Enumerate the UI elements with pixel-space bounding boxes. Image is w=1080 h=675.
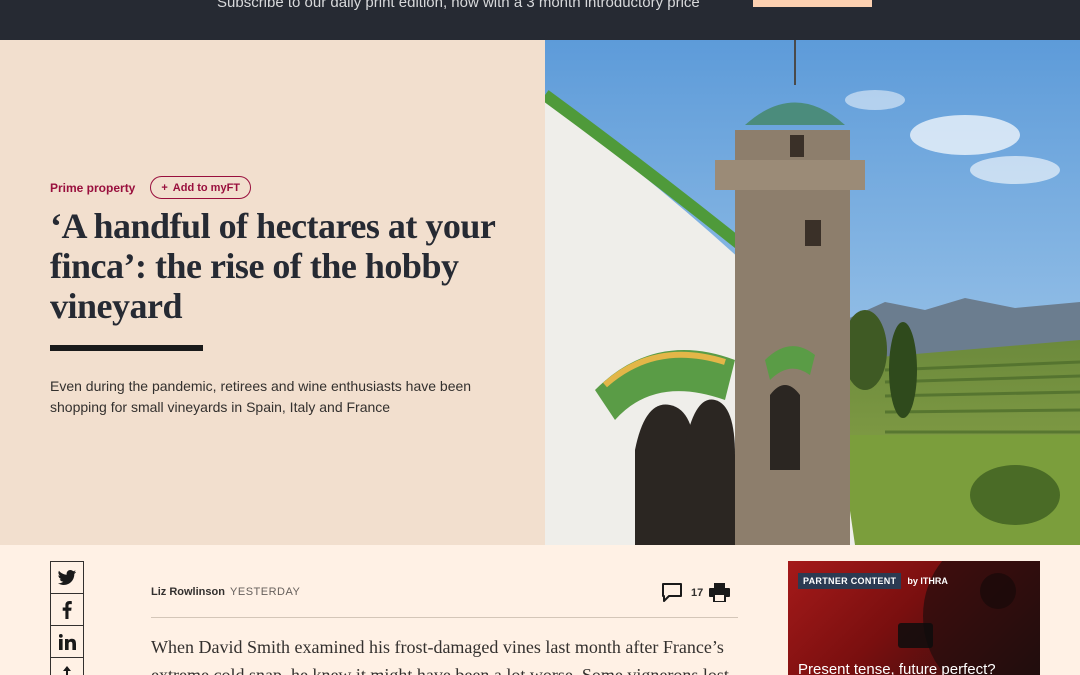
- publish-date: YESTERDAY: [230, 586, 301, 598]
- hero-text-panel: Prime property + Add to myFT ‘A handful …: [0, 40, 545, 545]
- subscribe-banner: Subscribe to our daily print edition, no…: [0, 0, 1080, 40]
- comment-icon: [662, 583, 682, 602]
- share-toolbar: [50, 561, 84, 675]
- vineyard-tower-photo: [545, 40, 1080, 545]
- ad-headline: Present tense, future perfect?: [798, 661, 996, 675]
- topic-link[interactable]: Prime property: [50, 181, 135, 195]
- facebook-icon: [62, 600, 72, 619]
- comment-count: 17: [691, 586, 704, 599]
- linkedin-icon: [58, 633, 76, 650]
- share-icon: [63, 665, 71, 675]
- article-standfirst: Even during the pandemic, retirees and w…: [50, 378, 472, 415]
- author-link[interactable]: Liz Rowlinson: [151, 586, 225, 598]
- comments-link[interactable]: 17: [662, 583, 703, 602]
- article-hero: Prime property + Add to myFT ‘A handful …: [0, 40, 1080, 545]
- print-icon: [709, 583, 730, 603]
- headline-rule: [50, 345, 203, 351]
- hero-image: [545, 40, 1080, 545]
- subscribe-button[interactable]: [753, 0, 872, 7]
- byline: Liz Rowlinson YESTERDAY: [151, 586, 300, 598]
- share-linkedin-button[interactable]: [50, 625, 84, 658]
- print-button[interactable]: [709, 583, 730, 605]
- partner-content-ad[interactable]: PARTNER CONTENT by ITHRA Present tense, …: [788, 561, 1040, 675]
- ad-sponsor: by ITHRA: [907, 576, 948, 586]
- byline-divider: [151, 617, 738, 618]
- plus-icon: +: [161, 181, 168, 194]
- article-body: When David Smith examined his frost-dama…: [151, 637, 729, 675]
- twitter-icon: [58, 570, 76, 585]
- share-more-button[interactable]: [50, 657, 84, 675]
- article-meta-row: Prime property + Add to myFT: [50, 176, 252, 199]
- share-facebook-button[interactable]: [50, 593, 84, 626]
- article-headline: ‘A handful of hectares at your finca’: t…: [50, 206, 495, 326]
- share-twitter-button[interactable]: [50, 561, 84, 594]
- add-to-myft-label: Add to myFT: [172, 181, 241, 194]
- subscribe-banner-text: Subscribe to our daily print edition, no…: [217, 0, 700, 11]
- partner-content-label: PARTNER CONTENT: [798, 573, 902, 589]
- ad-badge: PARTNER CONTENT by ITHRA: [798, 573, 948, 589]
- add-to-myft-button[interactable]: + Add to myFT: [150, 176, 252, 199]
